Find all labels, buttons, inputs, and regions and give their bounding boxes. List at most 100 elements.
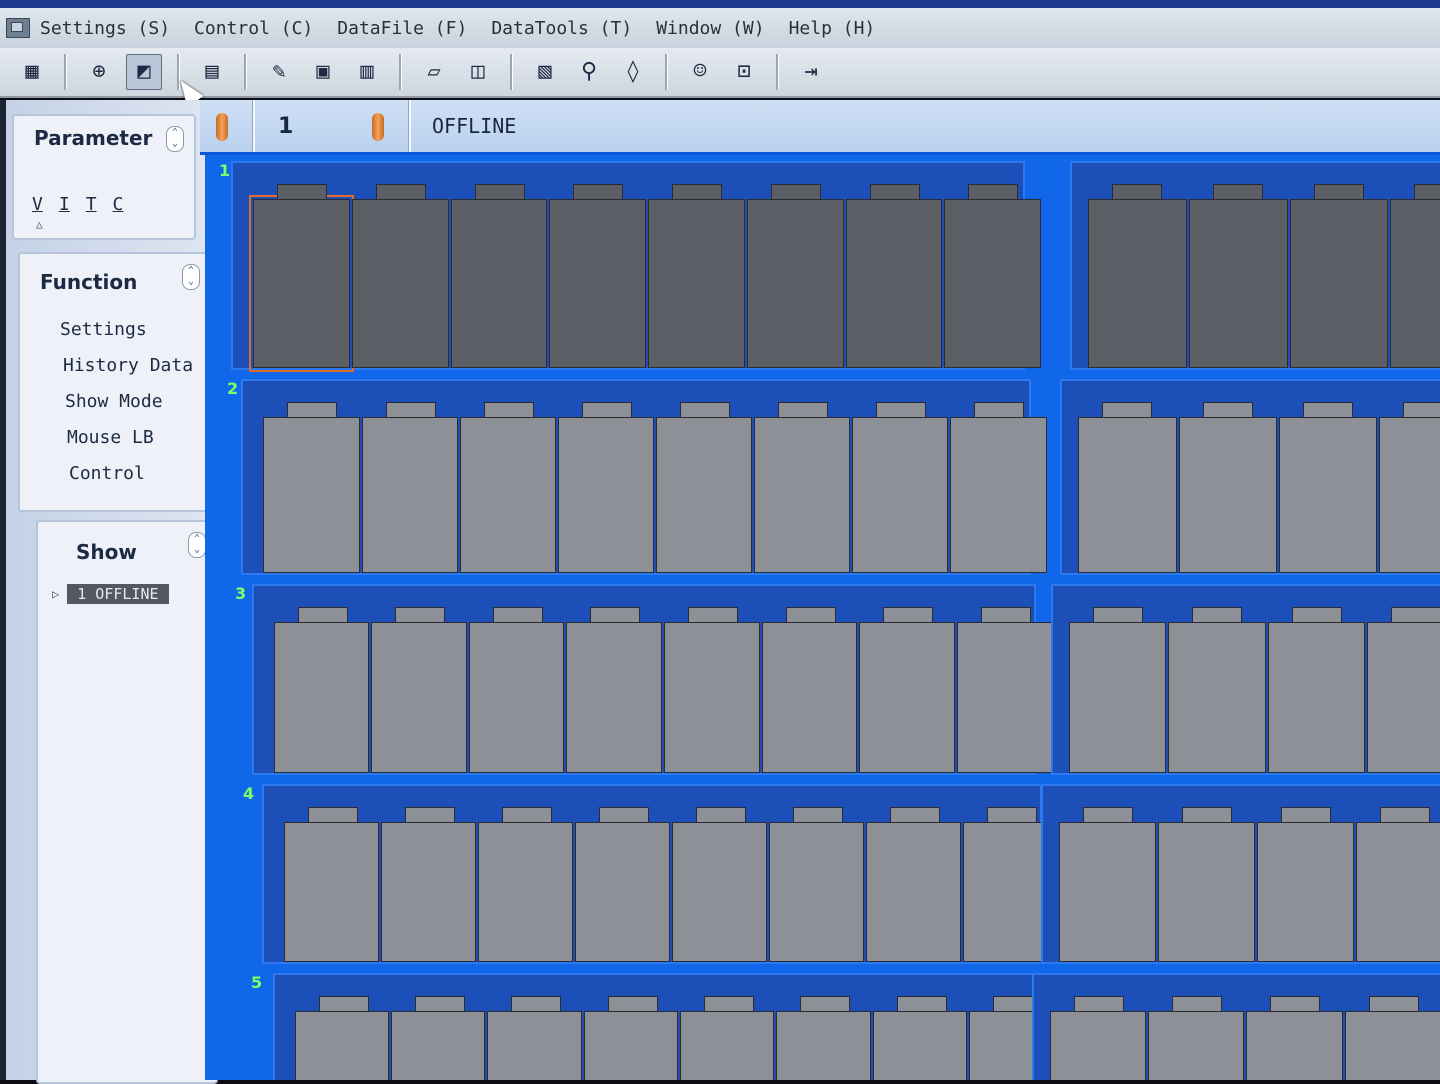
connector-icon[interactable]: ⊕ [82,55,116,89]
param-link-c[interactable]: C [113,194,124,215]
function-item-mouse-lb[interactable]: Mouse LB [67,420,193,456]
menu-datafile[interactable]: DataFile (F) [337,18,467,39]
channel-cell[interactable] [1278,417,1377,573]
channel-cell[interactable] [575,822,670,962]
open-folder-icon[interactable]: ▱ [417,55,451,89]
param-link-v[interactable]: V [32,194,43,215]
show-entry-label[interactable]: 1 OFFLINE [67,584,169,604]
collapse-function-icon[interactable]: ⌃ ⌄ [182,264,200,290]
menu-datatools[interactable]: DataTools (T) [491,18,632,39]
channel-cell[interactable] [852,417,949,573]
channel-cell[interactable] [1246,1011,1343,1080]
channel-cell[interactable] [768,822,864,962]
param-link-t[interactable]: T [86,194,97,215]
channel-cell[interactable] [284,822,380,962]
channel-cell[interactable] [1168,622,1266,773]
app-icon[interactable] [6,18,30,38]
grid-table-icon[interactable]: ▤ [195,55,229,89]
channel-cell-tab [287,402,338,417]
channel-cell[interactable] [1147,1011,1245,1080]
channel-cell-tab [695,807,746,822]
channel-cell[interactable] [1289,199,1389,368]
channel-cell[interactable] [1390,199,1440,368]
channel-cell[interactable] [950,417,1047,573]
channel-cell[interactable] [583,1011,678,1080]
channel-cell[interactable] [746,199,844,368]
expand-arrow-icon[interactable]: ▷ [52,587,59,601]
exit-icon[interactable]: ⇥ [794,55,828,89]
function-item-settings[interactable]: Settings [60,312,193,348]
channel-cell[interactable] [655,417,753,573]
collapse-parameter-icon[interactable]: ⌃ ⌄ [166,126,184,152]
channel-cell[interactable] [1356,822,1440,962]
channel-cell[interactable] [351,199,449,368]
channel-cell[interactable] [761,622,858,773]
function-list: Settings History Data Show Mode Mouse LB… [60,312,193,492]
channel-cell[interactable] [468,622,565,773]
edit-document-icon[interactable]: ✎ [262,55,296,89]
channel-cell[interactable] [1049,1011,1146,1080]
channel-cell[interactable] [371,622,467,773]
channel-cell[interactable] [381,822,477,962]
show-entry[interactable]: ▷ 1 OFFLINE [52,584,169,604]
channel-cell[interactable] [663,622,760,773]
menu-settings[interactable]: Settings (S) [40,18,170,39]
channel-cell[interactable] [487,1011,582,1080]
channel-cell[interactable] [1078,417,1177,573]
channel-cell[interactable] [865,822,961,962]
channel-cell[interactable] [1088,199,1187,368]
channel-cell[interactable] [263,417,360,573]
channel-cell[interactable] [872,1011,968,1080]
channel-cell[interactable] [1059,822,1157,962]
channel-cell[interactable] [1257,822,1355,962]
users-icon[interactable]: ☺ [683,55,717,89]
channel-cell[interactable] [859,622,955,773]
channel-cell[interactable] [1178,417,1277,573]
channel-cell[interactable] [1158,822,1256,962]
function-item-control[interactable]: Control [69,456,193,492]
channel-cell-tab [968,184,1019,199]
window-select-icon[interactable]: ◩ [126,54,162,90]
channel-cell[interactable] [648,199,745,368]
channel-cell[interactable] [390,1011,486,1080]
channel-cell[interactable] [566,622,662,773]
channel-cell[interactable] [294,1011,389,1080]
menu-control[interactable]: Control (C) [194,18,313,39]
clipboard-icon[interactable]: ▥ [350,55,384,89]
collapse-show-icon[interactable]: ⌃ ⌄ [188,532,206,558]
channel-cell[interactable] [361,417,458,573]
menu-help[interactable]: Help (H) [789,18,876,39]
channel-cell[interactable] [459,417,556,573]
channel-cell[interactable] [845,199,943,368]
param-link-i[interactable]: I [59,194,70,215]
channel-cell[interactable] [249,195,354,372]
channel-cell[interactable] [1344,1011,1440,1080]
channel-cell[interactable] [1378,417,1440,573]
lock-icon[interactable]: ⊡ [727,55,761,89]
channel-cell[interactable] [557,417,654,573]
report-icon[interactable]: ▧ [528,55,562,89]
channel-cell[interactable] [944,199,1041,368]
channel-cell[interactable] [1188,199,1288,368]
search-users-icon[interactable]: ⚲ [572,55,606,89]
channel-cell[interactable] [549,199,646,368]
channel-cell[interactable] [1068,622,1167,773]
channel-cell[interactable] [776,1011,871,1080]
channel-cell[interactable] [679,1011,775,1080]
channel-cell[interactable] [671,822,767,962]
channel-cell[interactable] [478,822,574,962]
eraser-icon[interactable]: ◊ [616,55,650,89]
function-item-history-data[interactable]: History Data [63,348,193,384]
channel-cell[interactable] [450,199,548,368]
device-icon[interactable]: ▣ [306,55,340,89]
channel-cell[interactable] [1267,622,1366,773]
channel-cell[interactable] [1367,622,1440,773]
database-icon[interactable]: ◫ [461,55,495,89]
function-item-show-mode[interactable]: Show Mode [65,384,193,420]
calculator-icon[interactable]: ▦ [15,55,49,89]
menu-window[interactable]: Window (W) [656,18,764,39]
status-divider [252,100,255,152]
channel-cell[interactable] [956,622,1053,773]
channel-cell[interactable] [273,622,370,773]
channel-cell[interactable] [754,417,851,573]
